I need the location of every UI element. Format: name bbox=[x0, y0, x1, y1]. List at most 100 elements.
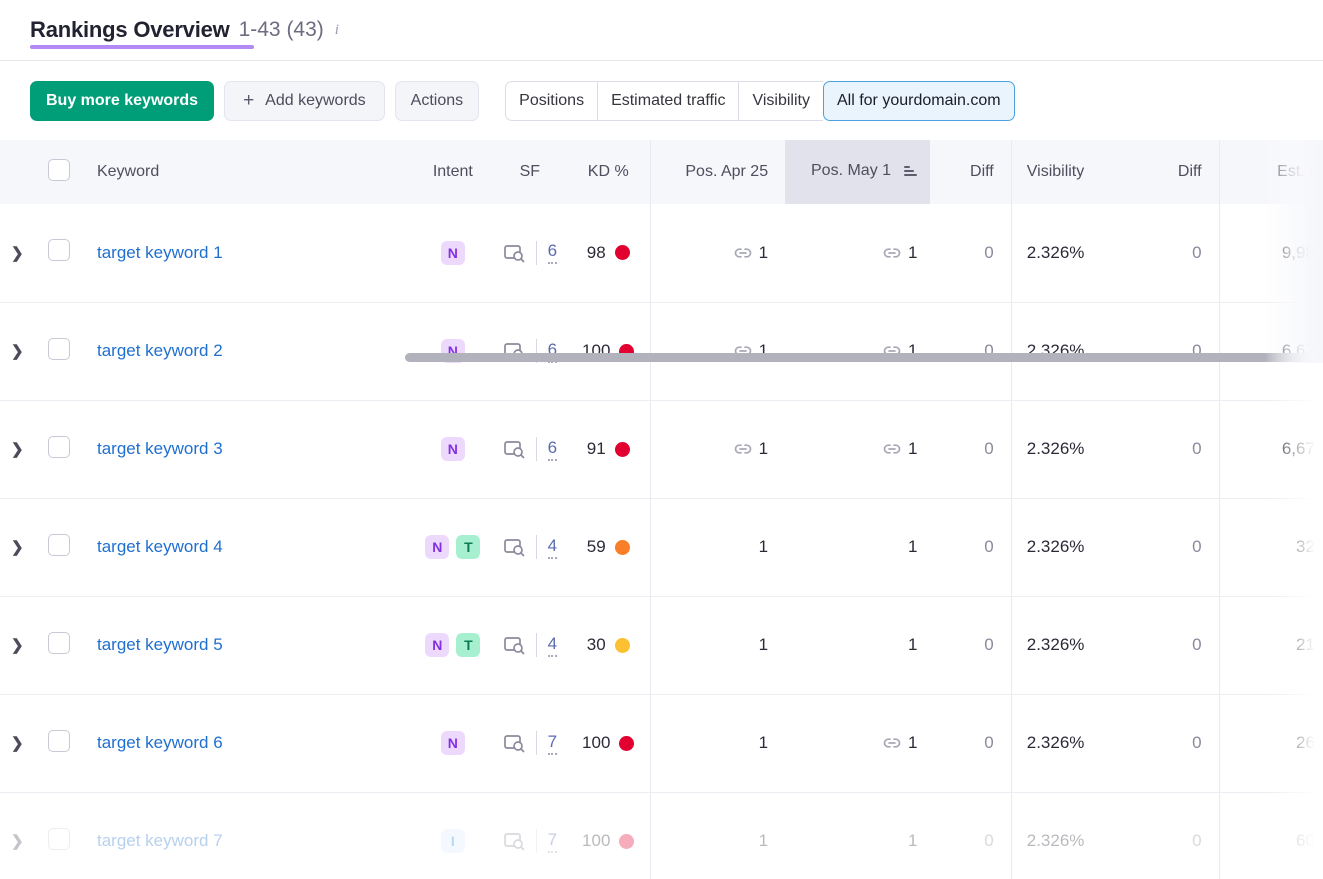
serp-features-icon[interactable] bbox=[503, 341, 525, 361]
table-row[interactable]: ❯ target keyword 2 N 6 100 1 bbox=[0, 302, 1323, 400]
intent-badge-n[interactable]: N bbox=[441, 339, 465, 363]
link-icon[interactable] bbox=[883, 734, 901, 752]
expand-row-button[interactable]: ❯ bbox=[0, 694, 34, 792]
est-traffic-cell: 269.36 bbox=[1219, 694, 1323, 792]
row-checkbox[interactable] bbox=[48, 338, 70, 360]
expand-row-button[interactable]: ❯ bbox=[0, 596, 34, 694]
sf-cell: 6 bbox=[493, 204, 566, 302]
table-row[interactable]: ❯ target keyword 3 N 6 91 1 bbox=[0, 400, 1323, 498]
keyword-cell: target keyword 7 bbox=[84, 792, 412, 879]
sf-value[interactable]: 7 bbox=[548, 830, 557, 853]
keyword-cell: target keyword 2 bbox=[84, 302, 412, 400]
header-sf[interactable]: SF bbox=[493, 140, 566, 204]
header-keyword[interactable]: Keyword bbox=[84, 140, 412, 204]
pos-curr-cell: 1 bbox=[785, 204, 930, 302]
sf-value[interactable]: 4 bbox=[548, 634, 557, 657]
pos-prev-cell: 1 bbox=[650, 596, 785, 694]
header-kd[interactable]: KD % bbox=[566, 140, 650, 204]
buy-more-keywords-button[interactable]: Buy more keywords bbox=[30, 81, 214, 121]
link-icon[interactable] bbox=[883, 342, 901, 360]
row-checkbox[interactable] bbox=[48, 828, 70, 850]
sf-value[interactable]: 6 bbox=[548, 340, 557, 363]
header-est-traffic[interactable]: Est. traffic bbox=[1219, 140, 1323, 204]
table-row[interactable]: ❯ target keyword 1 N 6 98 1 bbox=[0, 204, 1323, 302]
kd-difficulty-dot bbox=[615, 442, 630, 457]
kd-cell: 30 bbox=[566, 596, 650, 694]
keyword-link[interactable]: target keyword 2 bbox=[84, 341, 223, 361]
keyword-cell: target keyword 4 bbox=[84, 498, 412, 596]
header-row: Keyword Intent SF KD % Pos. Apr 25 Pos. … bbox=[0, 140, 1323, 204]
keyword-link[interactable]: target keyword 5 bbox=[84, 635, 223, 655]
row-select-cell bbox=[34, 792, 84, 879]
link-icon[interactable] bbox=[734, 244, 752, 262]
expand-row-button[interactable]: ❯ bbox=[0, 302, 34, 400]
serp-features-icon[interactable] bbox=[503, 635, 525, 655]
intent-badge-n[interactable]: N bbox=[425, 633, 449, 657]
serp-features-icon[interactable] bbox=[503, 831, 525, 851]
select-all-checkbox[interactable] bbox=[48, 159, 70, 181]
link-icon[interactable] bbox=[883, 440, 901, 458]
toolbar: Buy more keywords + Add keywords Actions… bbox=[0, 61, 1323, 140]
table-row[interactable]: ❯ target keyword 7 I 7 100 1 bbox=[0, 792, 1323, 879]
keyword-link[interactable]: target keyword 1 bbox=[84, 243, 223, 263]
actions-button[interactable]: Actions bbox=[395, 81, 479, 121]
row-checkbox[interactable] bbox=[48, 730, 70, 752]
expand-row-button[interactable]: ❯ bbox=[0, 792, 34, 879]
row-checkbox[interactable] bbox=[48, 632, 70, 654]
intent-badge-n[interactable]: N bbox=[441, 731, 465, 755]
table-row[interactable]: ❯ target keyword 4 NT 4 59 1 bbox=[0, 498, 1323, 596]
keyword-link[interactable]: target keyword 4 bbox=[84, 537, 223, 557]
link-icon[interactable] bbox=[883, 244, 901, 262]
info-icon[interactable]: i bbox=[335, 22, 339, 39]
add-keywords-button[interactable]: + Add keywords bbox=[224, 81, 385, 121]
table-row[interactable]: ❯ target keyword 5 NT 4 30 1 bbox=[0, 596, 1323, 694]
keyword-link[interactable]: target keyword 3 bbox=[84, 439, 223, 459]
est-traffic-cell: 9,985.73 bbox=[1219, 204, 1323, 302]
pos-prev-cell-value: 1 bbox=[759, 341, 768, 361]
expand-row-button[interactable]: ❯ bbox=[0, 400, 34, 498]
sf-value[interactable]: 7 bbox=[548, 732, 557, 755]
intent-badge-n[interactable]: N bbox=[441, 437, 465, 461]
expand-row-button[interactable]: ❯ bbox=[0, 204, 34, 302]
link-icon[interactable] bbox=[734, 342, 752, 360]
tab-positions[interactable]: Positions bbox=[505, 81, 597, 121]
intent-badge-n[interactable]: N bbox=[425, 535, 449, 559]
serp-features-icon[interactable] bbox=[503, 537, 525, 557]
header-pos-curr[interactable]: Pos. May 1 bbox=[785, 140, 930, 204]
sf-value[interactable]: 6 bbox=[548, 241, 557, 264]
serp-features-icon[interactable] bbox=[503, 243, 525, 263]
keyword-link[interactable]: target keyword 6 bbox=[84, 733, 223, 753]
intent-badge-i[interactable]: I bbox=[441, 829, 465, 853]
row-checkbox[interactable] bbox=[48, 534, 70, 556]
keyword-link[interactable]: target keyword 7 bbox=[84, 831, 223, 851]
tab-visibility[interactable]: Visibility bbox=[738, 81, 823, 121]
intent-cell: NT bbox=[412, 596, 493, 694]
intent-badge-t[interactable]: T bbox=[456, 633, 480, 657]
intent-badge-n[interactable]: N bbox=[441, 241, 465, 265]
serp-features-icon[interactable] bbox=[503, 439, 525, 459]
sf-value[interactable]: 6 bbox=[548, 438, 557, 461]
table-row[interactable]: ❯ target keyword 6 N 7 100 1 bbox=[0, 694, 1323, 792]
link-icon[interactable] bbox=[734, 440, 752, 458]
row-checkbox[interactable] bbox=[48, 239, 70, 261]
diff-pos-cell: 0 bbox=[930, 694, 1011, 792]
tab-all-for-domain[interactable]: All for yourdomain.com bbox=[823, 81, 1015, 121]
header-pos-prev[interactable]: Pos. Apr 25 bbox=[650, 140, 785, 204]
pos-prev-cell-value: 1 bbox=[759, 439, 768, 459]
diff-visibility-cell: 0 bbox=[1135, 792, 1219, 879]
row-checkbox[interactable] bbox=[48, 436, 70, 458]
visibility-cell: 2.326% bbox=[1011, 792, 1135, 879]
header-diff-visibility[interactable]: Diff bbox=[1135, 140, 1219, 204]
visibility-cell: 2.326% bbox=[1011, 302, 1135, 400]
tab-estimated-traffic[interactable]: Estimated traffic bbox=[597, 81, 738, 121]
header-intent[interactable]: Intent bbox=[412, 140, 493, 204]
row-select-cell bbox=[34, 302, 84, 400]
header-diff-pos[interactable]: Diff bbox=[930, 140, 1011, 204]
serp-features-icon[interactable] bbox=[503, 733, 525, 753]
row-select-cell bbox=[34, 400, 84, 498]
expand-row-button[interactable]: ❯ bbox=[0, 498, 34, 596]
sf-value[interactable]: 4 bbox=[548, 536, 557, 559]
visibility-cell: 2.326% bbox=[1011, 400, 1135, 498]
header-visibility[interactable]: Visibility bbox=[1011, 140, 1135, 204]
intent-badge-t[interactable]: T bbox=[456, 535, 480, 559]
